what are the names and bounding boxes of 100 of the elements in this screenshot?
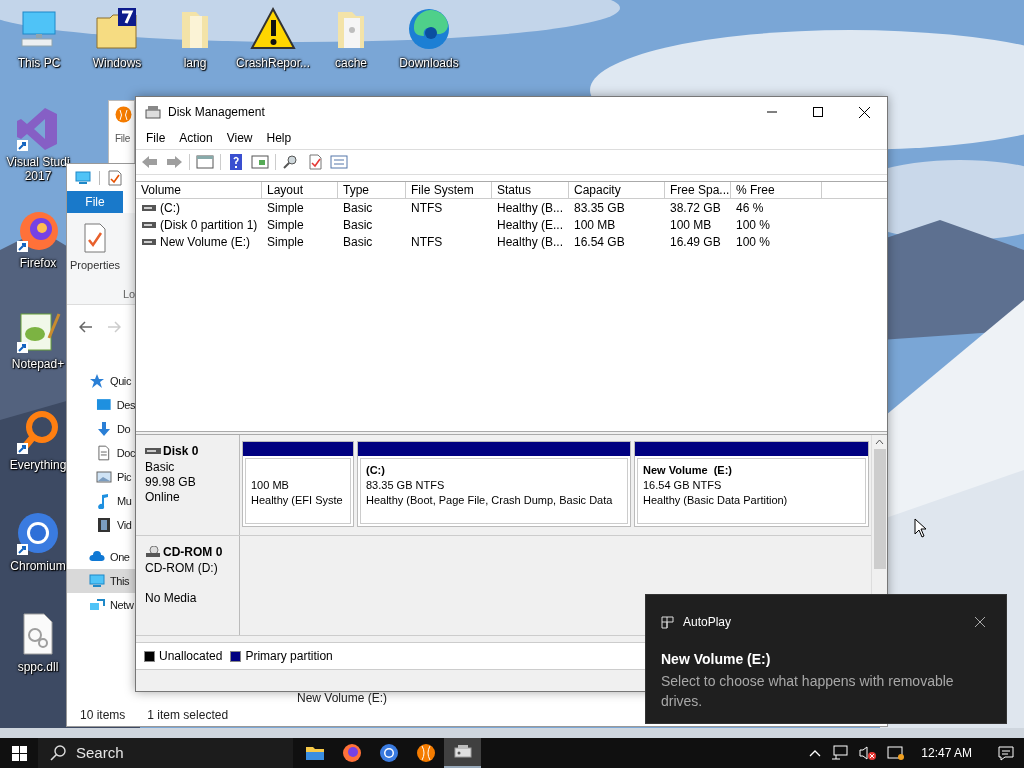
close-icon	[858, 106, 870, 118]
network-icon	[89, 597, 105, 613]
column-header[interactable]: Layout	[262, 182, 338, 198]
file-name: New Volume (E:)	[297, 692, 388, 705]
window-icon[interactable]	[251, 154, 269, 170]
disk-status: Online	[145, 490, 181, 505]
search-box[interactable]: Search	[38, 738, 293, 768]
column-header[interactable]: File System	[406, 182, 492, 198]
nav-item[interactable]: This	[67, 569, 135, 593]
column-header[interactable]: Capacity	[569, 182, 665, 198]
table-cell-text: Healthy (E...	[497, 216, 564, 234]
browser-icon	[15, 510, 61, 556]
autoplay-icon	[661, 615, 674, 629]
partition-block[interactable]: New Volume (E:) 16.54 GB NTFS Healthy (Basic Data Partition)	[634, 441, 869, 527]
partition-size: 83.35 GB NTFS	[366, 478, 446, 493]
browser-icon	[406, 6, 452, 52]
partition-block[interactable]: 100 MB Healthy (EFI Syste	[242, 441, 354, 527]
close-icon[interactable]	[975, 617, 985, 627]
document-icon	[96, 445, 112, 461]
maximize-icon	[813, 107, 823, 117]
toast-title: New Volume (E:)	[661, 650, 772, 669]
table-cell-text: 100 %	[736, 216, 771, 234]
forward-arrow-icon[interactable]	[165, 154, 183, 170]
table-cell-text: Simple	[267, 216, 304, 234]
menu-item[interactable]: Help	[259, 129, 299, 147]
partition-size: 16.54 GB NTFS	[643, 478, 723, 493]
drive-icon	[145, 448, 161, 454]
icon-label[interactable]: Firefox	[19, 256, 57, 270]
disk-status: No Media	[145, 591, 198, 606]
checklist-icon[interactable]	[306, 154, 324, 170]
help-icon[interactable]	[227, 154, 245, 170]
clock[interactable]: 12:47 AM	[921, 744, 972, 762]
network-icon[interactable]	[831, 745, 850, 761]
speaker-muted-icon[interactable]	[859, 745, 878, 761]
download-icon	[96, 421, 112, 437]
group-label: Lo	[123, 286, 136, 302]
menu-item[interactable]: View	[219, 129, 260, 147]
icon-label[interactable]: sppc.dll	[17, 660, 59, 674]
table-cell-text: 83.35 GB	[574, 199, 625, 217]
checklist-icon	[83, 223, 107, 253]
menu-item[interactable]: File	[139, 129, 173, 147]
browser-icon	[341, 743, 362, 763]
device-icon[interactable]	[887, 745, 906, 761]
drive-icon	[142, 238, 156, 245]
status-text: 10 items	[80, 707, 126, 724]
table-cell-text: 100 MB	[574, 216, 616, 234]
table-cell-text: Healthy (B...	[497, 233, 564, 251]
table-cell-text: Basic	[343, 199, 373, 217]
partition-size: 100 MB	[251, 478, 290, 493]
nav-item[interactable]: Netw	[67, 593, 135, 617]
search-icon	[50, 745, 66, 761]
notification-icon[interactable]	[998, 745, 1014, 761]
menu-item[interactable]: Action	[172, 129, 220, 147]
nav-item[interactable]: Pic	[67, 465, 135, 489]
checklist-icon[interactable]	[108, 169, 122, 186]
windows-logo-icon	[11, 745, 27, 761]
taskbar-app[interactable]	[444, 738, 481, 768]
nav-item[interactable]: Do	[67, 417, 135, 441]
computer-icon	[75, 169, 91, 186]
column-header[interactable]: Status	[492, 182, 569, 198]
browser-icon	[378, 743, 399, 763]
ribbon-tab[interactable]: File	[67, 191, 123, 213]
properties-button[interactable]: Properties	[67, 213, 123, 304]
ball-icon	[415, 743, 436, 763]
film-icon	[96, 517, 112, 533]
column-header[interactable]: Free Spa...	[665, 182, 731, 198]
icon-label[interactable]: Notepad+	[11, 357, 65, 371]
toast-message: Select to choose what happens with removable drives.	[661, 672, 955, 711]
caret-up-icon[interactable]	[809, 749, 822, 757]
folder-icon	[94, 6, 140, 52]
back-arrow-icon[interactable]	[79, 321, 93, 333]
nav-item[interactable]: Doc	[67, 441, 135, 465]
nav-item[interactable]: Vid	[67, 513, 135, 537]
column-header[interactable]: Volume	[136, 182, 262, 198]
partition-name: New Volume (E:)	[643, 463, 734, 478]
column-header[interactable]: Type	[338, 182, 406, 198]
nav-item[interactable]: Mu	[67, 489, 135, 513]
status-text: 1 item selected	[147, 707, 229, 724]
table-cell-text: 100 MB	[670, 216, 712, 234]
partition-block[interactable]: (C:) 83.35 GB NTFS Healthy (Boot, Page File, Crash Dump, Basic Data	[357, 441, 631, 527]
magnifier-icon[interactable]	[282, 154, 300, 170]
notification-toast[interactable]: AutoPlay New Volume (E:) Select to choose what happens with removable drives.	[645, 594, 1007, 724]
ribbon-tab[interactable]: File	[115, 131, 134, 146]
nav-item[interactable]: Des	[67, 393, 135, 417]
column-header[interactable]: % Free	[731, 182, 822, 198]
nav-item[interactable]: One	[67, 545, 135, 569]
table-cell-text: NTFS	[411, 199, 443, 217]
icon-label[interactable]: Chromium	[10, 559, 66, 573]
drive-icon	[142, 204, 156, 211]
table-cell-text: NTFS	[411, 233, 443, 251]
disk-info: Basic	[145, 460, 176, 475]
table-cell-text: 16.54 GB	[574, 233, 625, 251]
table-cell-text: Simple	[267, 233, 304, 251]
disk-drive-icon	[145, 105, 161, 119]
back-arrow-icon[interactable]	[141, 154, 159, 170]
magnifier-icon	[15, 409, 61, 455]
nav-item[interactable]: Quic	[67, 369, 135, 393]
icon-label[interactable]: Everything	[9, 458, 67, 472]
table-cell-text: Healthy (B...	[497, 199, 564, 217]
partition-status: Healthy (Basic Data Partition)	[643, 493, 789, 508]
